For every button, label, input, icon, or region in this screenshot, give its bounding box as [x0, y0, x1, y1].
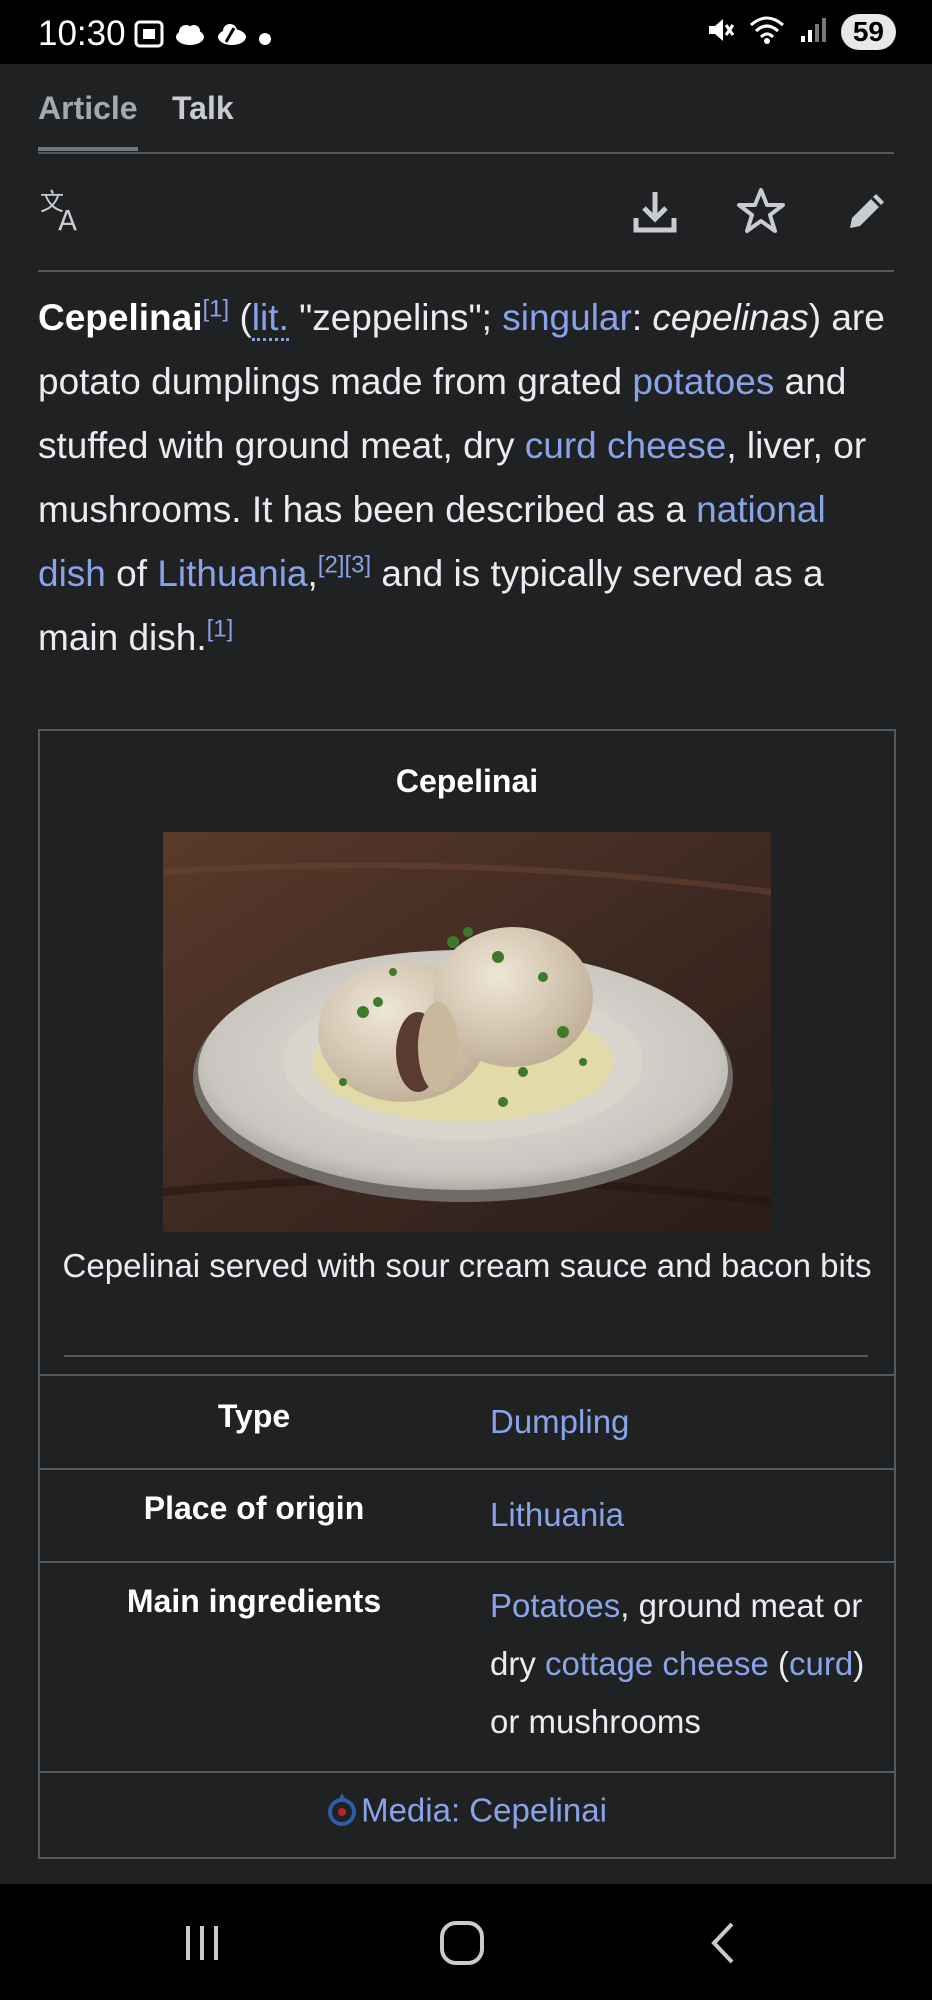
tab-article[interactable]: Article: [38, 90, 138, 151]
potatoes-link[interactable]: potatoes: [632, 361, 774, 402]
lead-text: ,: [307, 553, 318, 594]
infobox-title: Cepelinai: [395, 763, 539, 799]
weather-icon: [216, 22, 248, 53]
home-icon[interactable]: [432, 1918, 492, 1968]
citation-link[interactable]: [2][3]: [318, 552, 371, 579]
article-term: Cepelinai: [38, 297, 203, 338]
star-icon[interactable]: [736, 186, 786, 236]
infobox-label: Place of origin: [143, 1490, 365, 1526]
infobox-image-caption: Cepelinai served with sour cream sauce a…: [62, 1247, 872, 1284]
lithuania-origin-link[interactable]: Lithuania: [490, 1496, 624, 1533]
lead-text: of: [105, 553, 158, 594]
infobox-label: Main ingredients: [126, 1583, 382, 1619]
infobox-label: Type: [217, 1398, 291, 1434]
lit-abbreviation-link[interactable]: lit.: [251, 297, 289, 341]
status-time: 10:30: [38, 14, 126, 53]
infobox-value: Dumpling: [490, 1393, 880, 1451]
lead-text: (: [229, 297, 252, 338]
back-icon[interactable]: [694, 1918, 754, 1968]
ingredient-text: (: [768, 1645, 790, 1682]
recents-icon[interactable]: [172, 1918, 232, 1968]
citation-link[interactable]: [1]: [207, 616, 234, 643]
language-icon[interactable]: 文A: [38, 186, 88, 237]
caption-divider: [64, 1355, 868, 1357]
page-actions-toolbar: 文A: [38, 152, 894, 272]
status-bar: 10:30 59: [0, 0, 932, 64]
cepelinai-photo[interactable]: [163, 832, 771, 1232]
wifi-icon: [749, 15, 785, 50]
commons-icon: [327, 1791, 357, 1835]
svg-text:A: A: [58, 204, 77, 236]
system-nav-bar: [0, 1884, 932, 2000]
screenshot-icon: [134, 20, 164, 55]
edit-icon[interactable]: [842, 186, 892, 236]
status-notification-icons: [134, 20, 272, 55]
singular-form: cepelinas: [652, 297, 809, 338]
media-commons-link[interactable]: Media: Cepelinai: [361, 1792, 607, 1829]
lead-text: "zeppelins";: [288, 297, 503, 338]
infobox-value: Potatoes, ground meat or dry cottage che…: [490, 1577, 880, 1751]
lead-paragraph: Cepelinai[1] (lit. "zeppelins"; singular…: [38, 286, 898, 670]
media-link-container: Media: Cepelinai: [40, 1791, 894, 1835]
infobox: Cepelinai Cepelinai served with sour cre…: [38, 729, 896, 1859]
infobox-value: Lithuania: [490, 1486, 880, 1544]
potatoes-ingredient-link[interactable]: Potatoes: [490, 1587, 620, 1624]
page-tabs: Article Talk: [38, 64, 894, 154]
lead-text: ): [808, 297, 822, 338]
singular-link[interactable]: singular: [502, 297, 632, 338]
signal-icon: [799, 16, 827, 49]
curd-cheese-link[interactable]: curd cheese: [525, 425, 727, 466]
infobox-row-origin: Place of origin Lithuania: [40, 1468, 894, 1562]
cloud-icon: [174, 22, 206, 53]
curd-link[interactable]: curd: [789, 1645, 853, 1682]
cottage-cheese-link[interactable]: cottage cheese: [545, 1645, 769, 1682]
dumpling-link[interactable]: Dumpling: [490, 1403, 629, 1440]
infobox-row-media: Media: Cepelinai: [40, 1771, 894, 1859]
infobox-row-ingredients: Main ingredients Potatoes, ground meat o…: [40, 1561, 894, 1771]
tab-talk[interactable]: Talk: [172, 90, 234, 127]
lithuania-link[interactable]: Lithuania: [157, 553, 307, 594]
citation-link[interactable]: [1]: [203, 296, 230, 323]
mute-icon: [705, 15, 735, 50]
dot-icon: [258, 22, 272, 53]
battery-indicator: 59: [840, 14, 896, 50]
status-system-icons: 59: [705, 14, 896, 50]
download-icon[interactable]: [630, 186, 680, 236]
lead-text: :: [631, 297, 653, 338]
infobox-row-type: Type Dumpling: [40, 1374, 894, 1468]
